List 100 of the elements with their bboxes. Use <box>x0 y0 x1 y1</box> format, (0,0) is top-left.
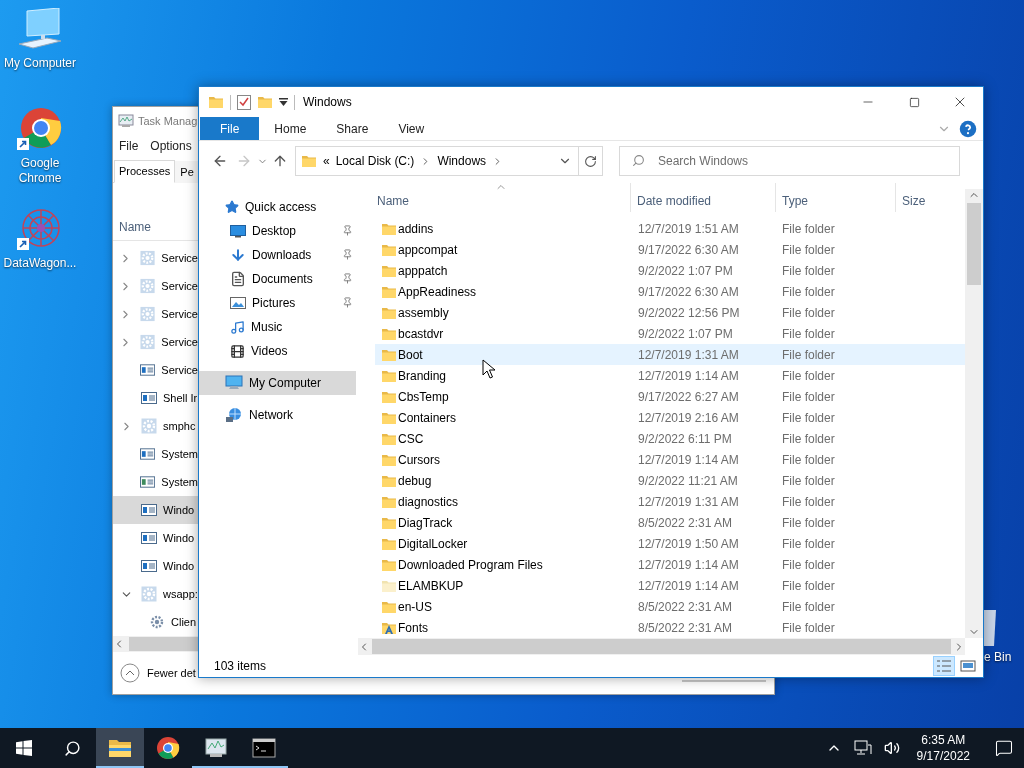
star-icon <box>225 200 239 214</box>
taskbar-app-button[interactable] <box>96 728 144 768</box>
file-row[interactable]: Cursors 12/7/2019 1:14 AM File folder <box>375 449 965 470</box>
ribbon-tab[interactable]: File <box>200 117 260 140</box>
pictures-icon <box>230 295 246 311</box>
nav-item[interactable]: Documents <box>199 267 356 291</box>
film-icon <box>230 343 245 359</box>
file-row[interactable]: DiagTrack 8/5/2022 2:31 AM File folder <box>375 512 965 533</box>
nav-item[interactable]: Videos <box>199 339 356 363</box>
nav-item[interactable]: Network <box>199 403 356 427</box>
ribbon-tab[interactable]: Home <box>259 117 322 140</box>
chrome-icon[interactable] <box>17 106 63 152</box>
collapse-icon[interactable] <box>120 663 140 683</box>
scrollbar-thumb[interactable] <box>372 639 951 654</box>
file-row[interactable]: assembly 9/2/2022 12:56 PM File folder <box>375 302 965 323</box>
file-row[interactable]: AppReadiness 9/17/2022 6:30 AM File folder <box>375 281 965 302</box>
tab[interactable]: Pe <box>175 161 199 183</box>
file-row[interactable]: Containers 12/7/2019 2:16 AM File folder <box>375 407 965 428</box>
file-name: AppReadiness <box>398 284 477 299</box>
desktop-icon <box>230 223 246 239</box>
file-date: 8/5/2022 2:31 AM <box>637 515 734 530</box>
file-type: File folder <box>781 431 836 446</box>
file-date: 9/2/2022 1:07 PM <box>637 326 734 341</box>
file-name: Cursors <box>398 452 440 467</box>
process-row[interactable]: Service <box>113 244 198 272</box>
process-row[interactable]: wsapp: <box>113 580 198 608</box>
file-row[interactable]: debug 9/2/2022 11:21 AM File folder <box>375 470 965 491</box>
file-row[interactable]: CSC 9/2/2022 6:11 PM File folder <box>375 428 965 449</box>
tab[interactable]: Processes <box>114 160 176 183</box>
process-row[interactable]: Service <box>113 272 198 300</box>
process-row[interactable]: Windo <box>113 496 198 524</box>
process-row[interactable]: Windo <box>113 552 198 580</box>
process-row[interactable]: Service <box>113 328 198 356</box>
nav-item[interactable]: Music <box>199 315 356 339</box>
window-icon <box>141 530 157 546</box>
file-row[interactable]: bcastdvr 9/2/2022 1:07 PM File folder <box>375 323 965 344</box>
breadcrumb[interactable]: Local Disk (C:) <box>335 154 415 168</box>
scrollbar-thumb[interactable] <box>967 203 981 285</box>
file-row[interactable]: addins 12/7/2019 1:51 AM File folder <box>375 218 965 239</box>
scrollbar-thumb[interactable] <box>129 637 199 651</box>
clock[interactable]: 6:35 AM 9/17/2022 <box>908 732 978 764</box>
file-date: 9/2/2022 1:07 PM <box>637 263 734 278</box>
menu-item[interactable]: File <box>119 139 139 153</box>
file-row[interactable]: diagnostics 12/7/2019 1:31 AM File folder <box>375 491 965 512</box>
nav-item[interactable]: Downloads <box>199 243 356 267</box>
fewer-details-link[interactable]: Fewer det <box>147 667 196 679</box>
file-row[interactable]: en-US 8/5/2022 2:31 AM File folder <box>375 596 965 617</box>
file-row[interactable]: appcompat 9/17/2022 6:30 AM File folder <box>375 239 965 260</box>
column-header[interactable]: Name <box>119 219 151 234</box>
file-row[interactable]: apppatch 9/2/2022 1:07 PM File folder <box>375 260 965 281</box>
nav-item[interactable]: Desktop <box>199 219 356 243</box>
process-row[interactable]: smphc <box>113 412 198 440</box>
process-row[interactable]: Shell Ir <box>113 384 198 412</box>
process-row[interactable]: Service <box>113 356 198 384</box>
file-type: File folder <box>781 326 836 341</box>
file-row[interactable]: Downloaded Program Files 12/7/2019 1:14 AM File folder <box>375 554 965 575</box>
breadcrumb-overflow[interactable]: « <box>323 154 330 168</box>
file-type: File folder <box>781 473 836 488</box>
search-field[interactable]: Search Windows <box>619 146 960 176</box>
process-row[interactable]: Service <box>113 300 198 328</box>
file-name: en-US <box>398 599 432 614</box>
file-row[interactable]: Boot 12/7/2019 1:31 AM File folder <box>375 344 965 365</box>
file-row[interactable]: DigitalLocker 12/7/2019 1:50 AM File folder <box>375 533 965 554</box>
column-header[interactable]: Name <box>375 183 631 212</box>
file-row[interactable]: CbsTemp 9/17/2022 6:27 AM File folder <box>375 386 965 407</box>
search-icon <box>632 154 645 167</box>
file-type: File folder <box>781 368 836 383</box>
process-row[interactable]: System <box>113 440 198 468</box>
folder-icon <box>257 94 273 110</box>
window-icon <box>140 446 156 462</box>
ribbon-tab[interactable]: Share <box>321 117 384 140</box>
file-row[interactable]: Branding 12/7/2019 1:14 AM File folder <box>375 365 965 386</box>
file-date: 12/7/2019 1:14 AM <box>637 452 740 467</box>
dropdown-icon[interactable] <box>279 97 288 107</box>
file-name: addins <box>398 221 434 236</box>
file-row[interactable]: ELAMBKUP 12/7/2019 1:14 AM File folder <box>375 575 965 596</box>
breadcrumb[interactable]: Windows <box>437 154 487 168</box>
file-row[interactable]: Fonts 8/5/2022 2:31 AM File folder <box>375 617 965 638</box>
menu-item[interactable]: Options <box>150 139 192 153</box>
process-row[interactable]: System <box>113 468 198 496</box>
column-header[interactable]: Type <box>776 183 896 212</box>
nav-item[interactable]: Quick access <box>199 195 356 219</box>
nav-item[interactable]: My Computer <box>199 371 356 395</box>
computer-icon[interactable] <box>17 8 63 52</box>
icon-label[interactable]: e Bin <box>984 650 1012 665</box>
help-icon[interactable] <box>959 119 977 138</box>
app-icon[interactable] <box>17 206 63 252</box>
details-view-button[interactable] <box>933 656 955 676</box>
file-type: File folder <box>781 599 836 614</box>
ribbon-tab[interactable]: View <box>383 117 440 140</box>
address-bar[interactable]: « Local Disk (C:) Windows <box>295 146 603 176</box>
file-name: apppatch <box>398 263 448 278</box>
column-header[interactable]: Date modified <box>631 183 776 212</box>
file-name: Fonts <box>398 620 428 635</box>
process-row[interactable]: Windo <box>113 524 198 552</box>
properties-icon[interactable] <box>237 94 251 110</box>
nav-item[interactable]: Pictures <box>199 291 356 315</box>
computer-icon <box>225 375 243 391</box>
process-row[interactable]: Clien <box>113 608 198 636</box>
column-header[interactable]: Size <box>896 183 965 212</box>
